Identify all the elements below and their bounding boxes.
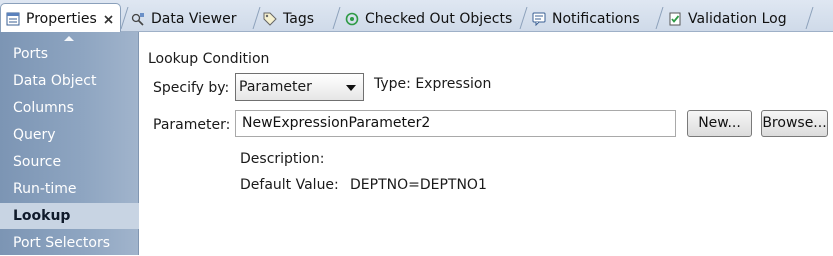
- tab-notifications[interactable]: Notifications: [532, 5, 659, 32]
- tab-properties[interactable]: Properties: [0, 3, 121, 33]
- tab-separator: [252, 7, 261, 29]
- tab-label: Checked Out Objects: [365, 10, 513, 27]
- sidebar-item-lookup[interactable]: Lookup: [0, 203, 139, 229]
- validation-log-icon: [668, 12, 682, 26]
- sidebar-item-query[interactable]: Query: [0, 122, 139, 148]
- tab-label: Notifications: [552, 10, 640, 27]
- chevron-down-icon: [346, 85, 356, 91]
- tag-icon: [263, 12, 277, 26]
- notifications-icon: [532, 12, 546, 26]
- tab-separator: [332, 7, 341, 29]
- sidebar-item-source[interactable]: Source: [0, 149, 139, 175]
- tab-tags[interactable]: Tags: [263, 5, 335, 32]
- tab-label: Properties: [26, 10, 97, 27]
- sidebar-item-data-object[interactable]: Data Object: [0, 68, 139, 94]
- browse-button[interactable]: Browse...: [761, 110, 828, 137]
- tab-label: Tags: [283, 10, 314, 27]
- sidebar-item-ports[interactable]: Ports: [0, 41, 139, 67]
- new-button[interactable]: New...: [687, 110, 752, 137]
- specify-by-value: Parameter: [239, 79, 312, 95]
- properties-icon: [6, 12, 20, 26]
- specify-by-dropdown[interactable]: Parameter: [235, 73, 364, 101]
- description-label: Description:: [240, 151, 325, 167]
- lookup-panel: Lookup Condition Specify by: Parameter T…: [139, 32, 833, 255]
- tab-label: Validation Log: [688, 10, 787, 27]
- sidebar-item-run-time[interactable]: Run-time: [0, 176, 139, 202]
- tab-separator: [120, 7, 129, 29]
- properties-sidebar: Ports Data Object Columns Query Source R…: [0, 32, 139, 255]
- tab-separator: [805, 7, 814, 29]
- parameter-label: Parameter:: [153, 117, 231, 133]
- close-icon[interactable]: [103, 13, 114, 24]
- tab-separator: [655, 7, 664, 29]
- section-title: Lookup Condition: [148, 51, 270, 67]
- view-tab-strip: Properties Data Viewer Tags Checked Out …: [0, 0, 833, 33]
- sidebar-item-port-selectors[interactable]: Port Selectors: [0, 230, 139, 256]
- tab-checked-out-objects[interactable]: Checked Out Objects: [345, 5, 522, 32]
- default-value-label: Default Value:: [240, 177, 339, 193]
- tab-data-viewer[interactable]: Data Viewer: [131, 5, 256, 32]
- default-value: DEPTNO=DEPTNO1: [350, 177, 487, 193]
- tab-label: Data Viewer: [151, 10, 237, 27]
- specify-by-label: Specify by:: [153, 80, 230, 96]
- sidebar-item-columns[interactable]: Columns: [0, 95, 139, 121]
- tab-validation-log[interactable]: Validation Log: [668, 5, 808, 32]
- tab-separator: [519, 7, 528, 29]
- checked-out-icon: [345, 12, 359, 26]
- type-label: Type: Expression: [374, 76, 492, 92]
- data-viewer-icon: [131, 12, 145, 26]
- parameter-field[interactable]: NewExpressionParameter2: [235, 110, 676, 137]
